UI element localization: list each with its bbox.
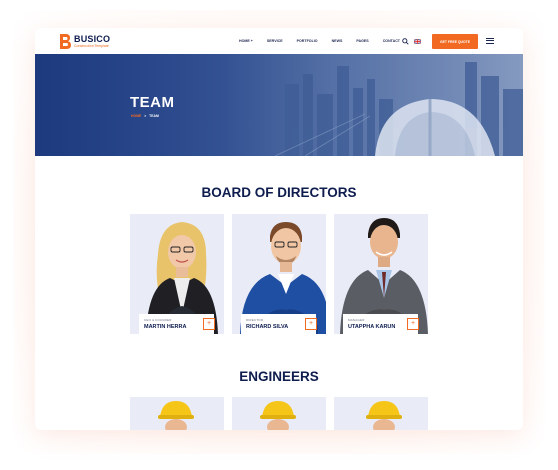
hard-hat-photo (366, 401, 402, 430)
team-card[interactable]: MANAGER UTAPPHA KARUN + (334, 214, 428, 334)
team-member-role: MANAGER (348, 318, 365, 322)
main-nav: HOME + SERVICE PORTFOLIO NEWS PAGES CONT… (239, 39, 400, 43)
team-card[interactable] (232, 397, 326, 430)
nav-item-home[interactable]: HOME + (239, 39, 253, 43)
engineers-section-title: ENGINEERS (239, 369, 319, 384)
team-member-name[interactable]: RICHARD SILVA (246, 324, 288, 330)
hard-hat-photo (158, 401, 194, 430)
team-card-info: DIRECTOR RICHARD SILVA + (241, 314, 317, 334)
board-section-title: BOARD OF DIRECTORS (201, 185, 357, 200)
breadcrumb-separator: > (144, 114, 147, 118)
expand-plus-button[interactable]: + (407, 318, 419, 330)
team-member-role: DIRECTOR (246, 318, 264, 322)
breadcrumb-home-link[interactable]: HOME (131, 114, 141, 118)
logo-tagline: Construction Template (74, 43, 109, 48)
browser-frame: BUSICO Construction Template HOME + SERV… (35, 28, 523, 430)
team-card[interactable]: CEO & FOUNDER MARTIN HERRA + (130, 214, 224, 334)
nav-item-portfolio[interactable]: PORTFOLIO (297, 39, 318, 43)
logo[interactable]: BUSICO Construction Template (60, 34, 110, 49)
get-free-quote-button[interactable]: GET FREE QUOTE (432, 34, 478, 49)
nav-item-contact[interactable]: CONTACT (383, 39, 400, 43)
page-title: TEAM (130, 94, 175, 111)
team-card[interactable]: DIRECTOR RICHARD SILVA + (232, 214, 326, 334)
team-card-info: MANAGER UTAPPHA KARUN + (343, 314, 419, 334)
nav-item-news[interactable]: NEWS (332, 39, 343, 43)
hamburger-menu-icon[interactable] (486, 38, 494, 44)
expand-plus-button[interactable]: + (305, 318, 317, 330)
team-member-name[interactable]: UTAPPHA KARUN (348, 324, 395, 330)
team-card[interactable] (130, 397, 224, 430)
hard-hat-photo (260, 401, 296, 430)
expand-plus-button[interactable]: + (203, 318, 215, 330)
nav-item-pages[interactable]: PAGES (356, 39, 368, 43)
team-member-name[interactable]: MARTIN HERRA (144, 324, 186, 330)
uk-flag-icon[interactable] (414, 39, 421, 44)
team-member-role: CEO & FOUNDER (144, 318, 172, 322)
team-card[interactable] (334, 397, 428, 430)
logo-name: BUSICO (74, 33, 111, 44)
logo-icon (60, 34, 71, 49)
breadcrumb: HOME > TEAM (131, 114, 159, 118)
nav-item-service[interactable]: SERVICE (267, 39, 283, 43)
search-icon[interactable] (402, 38, 409, 45)
team-card-info: CEO & FOUNDER MARTIN HERRA + (139, 314, 215, 334)
page-hero-banner: TEAM HOME > TEAM (35, 54, 523, 156)
hero-background-image (35, 54, 523, 156)
breadcrumb-current: TEAM (149, 114, 159, 118)
site-header: BUSICO Construction Template HOME + SERV… (35, 28, 523, 54)
